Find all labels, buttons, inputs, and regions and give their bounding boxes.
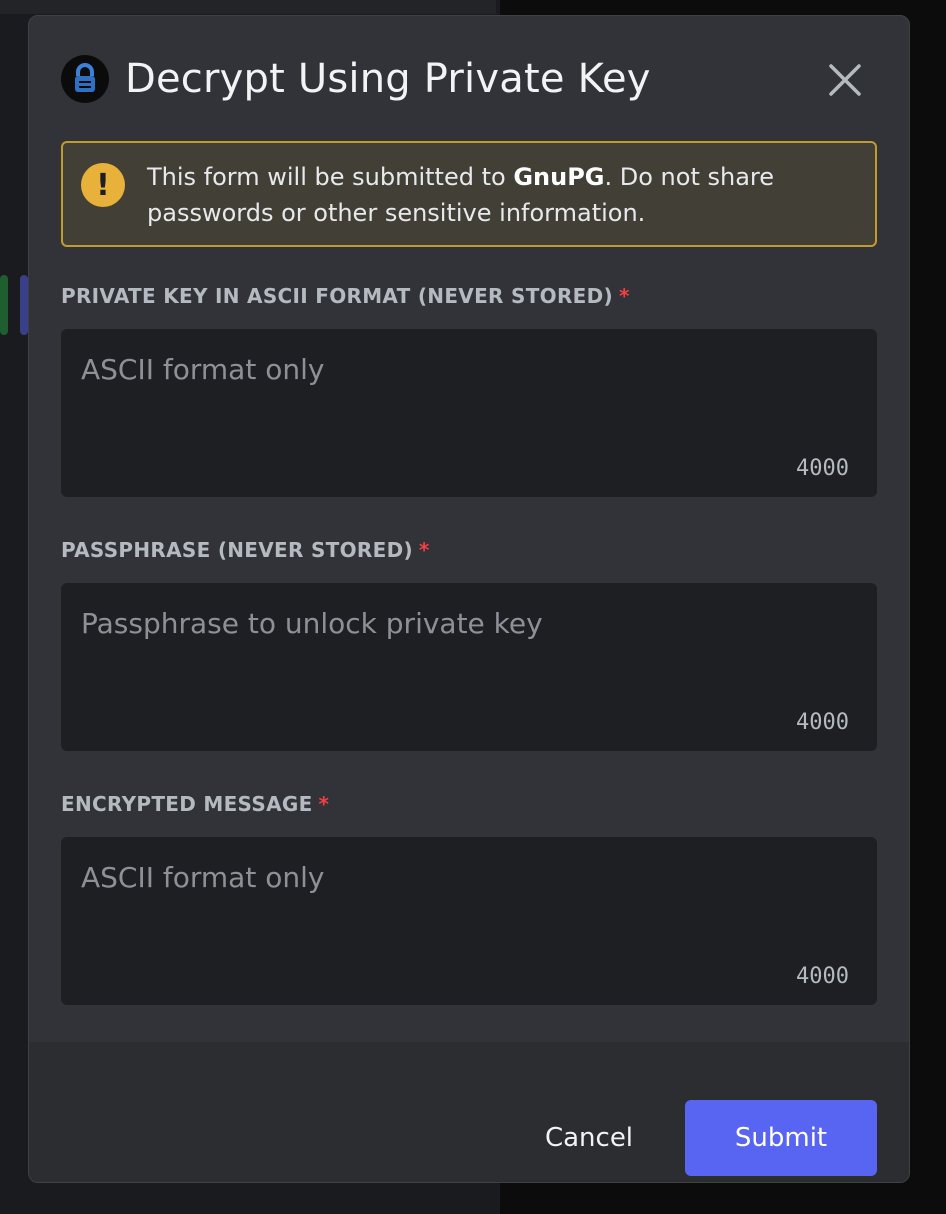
required-mark: * xyxy=(618,284,630,308)
char-counter: 4000 xyxy=(796,710,849,735)
private-key-input[interactable] xyxy=(61,329,877,497)
warning-icon: ! xyxy=(81,163,125,207)
gnupg-lock-icon xyxy=(61,55,109,103)
encrypted-message-label-text: ENCRYPTED MESSAGE xyxy=(61,792,313,816)
private-key-label-text: PRIVATE KEY IN ASCII FORMAT (NEVER STORE… xyxy=(61,284,613,308)
required-mark: * xyxy=(318,792,330,816)
modal-title: Decrypt Using Private Key xyxy=(125,56,651,102)
notice-app-name: GnuPG xyxy=(513,163,605,191)
decrypt-modal: Decrypt Using Private Key ! This form wi… xyxy=(28,15,910,1183)
notice-text: This form will be submitted to GnuPG. Do… xyxy=(147,159,837,231)
background-topbar xyxy=(0,0,496,14)
private-key-label: PRIVATE KEY IN ASCII FORMAT (NEVER STORE… xyxy=(61,284,630,308)
encrypted-message-input[interactable] xyxy=(61,837,877,1005)
private-key-field: 4000 xyxy=(61,329,877,497)
char-counter: 4000 xyxy=(796,964,849,989)
modal-footer: Cancel Submit xyxy=(29,1042,909,1182)
background-chip-blue xyxy=(20,275,28,335)
passphrase-label: PASSPHRASE (NEVER STORED) * xyxy=(61,538,430,562)
submit-button[interactable]: Submit xyxy=(685,1100,877,1176)
warning-notice: ! This form will be submitted to GnuPG. … xyxy=(61,141,877,247)
cancel-button[interactable]: Cancel xyxy=(519,1100,659,1176)
char-counter: 4000 xyxy=(796,456,849,481)
close-icon[interactable] xyxy=(825,60,865,100)
encrypted-message-label: ENCRYPTED MESSAGE * xyxy=(61,792,329,816)
encrypted-message-field: 4000 xyxy=(61,837,877,1005)
passphrase-field: 4000 xyxy=(61,583,877,751)
passphrase-input[interactable] xyxy=(61,583,877,751)
modal-header: Decrypt Using Private Key xyxy=(61,54,651,104)
required-mark: * xyxy=(418,538,430,562)
notice-text-before: This form will be submitted to xyxy=(147,163,514,191)
passphrase-label-text: PASSPHRASE (NEVER STORED) xyxy=(61,538,413,562)
background-chip-green xyxy=(0,275,8,335)
